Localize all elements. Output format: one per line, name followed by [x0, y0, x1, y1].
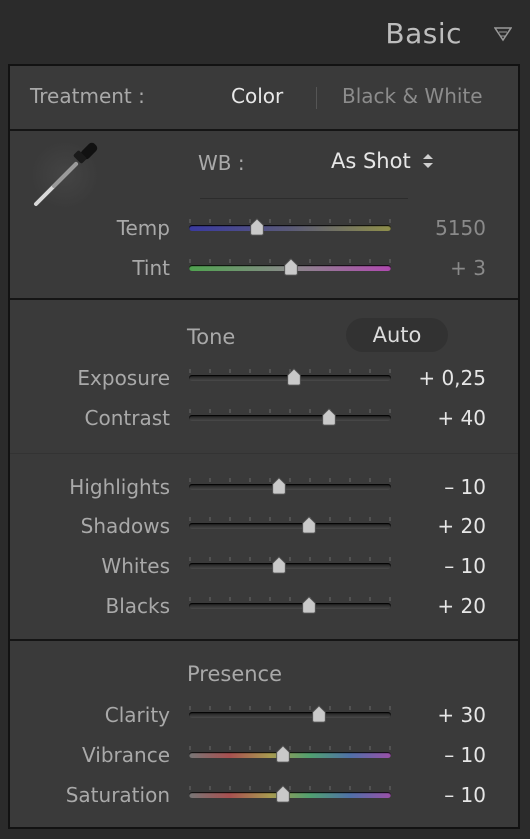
- slider-thumb-exposure[interactable]: [285, 368, 303, 386]
- slider-value-whites[interactable]: – 10: [346, 554, 486, 578]
- slider-value-highlights[interactable]: – 10: [346, 475, 486, 499]
- tone-section-title: Tone: [187, 325, 236, 349]
- slider-label-highlights: Highlights: [69, 475, 170, 499]
- updown-arrows-icon[interactable]: [422, 153, 434, 169]
- wb-label: WB :: [198, 151, 245, 175]
- treatment-bw-option[interactable]: Black & White: [342, 84, 483, 108]
- treatment-label: Treatment :: [30, 84, 145, 108]
- slider-thumb-saturation[interactable]: [274, 785, 292, 803]
- slider-label-exposure: Exposure: [77, 366, 170, 390]
- divider: [10, 129, 518, 131]
- slider-thumb-temp[interactable]: [248, 218, 266, 236]
- slider-thumb-blacks[interactable]: [300, 596, 318, 614]
- slider-label-contrast: Contrast: [84, 406, 170, 430]
- divider: [10, 298, 518, 300]
- slider-value-shadows[interactable]: + 20: [346, 514, 486, 538]
- slider-value-contrast[interactable]: + 40: [346, 406, 486, 430]
- treatment-color-option[interactable]: Color: [231, 84, 283, 108]
- divider: [10, 453, 518, 454]
- wb-value[interactable]: As Shot: [331, 149, 411, 173]
- treatment-separator: [316, 87, 317, 109]
- slider-thumb-whites[interactable]: [270, 556, 288, 574]
- slider-label-vibrance: Vibrance: [82, 743, 170, 767]
- auto-tone-button[interactable]: Auto: [346, 318, 448, 352]
- wb-underline: [200, 198, 408, 199]
- presence-section-title: Presence: [187, 662, 283, 686]
- slider-label-clarity: Clarity: [104, 703, 170, 727]
- slider-thumb-contrast[interactable]: [320, 408, 338, 426]
- slider-thumb-tint[interactable]: [282, 258, 300, 276]
- slider-thumb-clarity[interactable]: [310, 705, 328, 723]
- slider-value-clarity[interactable]: + 30: [346, 703, 486, 727]
- slider-value-saturation[interactable]: – 10: [346, 783, 486, 807]
- slider-thumb-vibrance[interactable]: [274, 745, 292, 763]
- slider-label-temp: Temp: [116, 216, 170, 240]
- slider-thumb-shadows[interactable]: [300, 516, 318, 534]
- slider-label-shadows: Shadows: [80, 514, 170, 538]
- slider-label-saturation: Saturation: [65, 783, 170, 807]
- slider-value-tint[interactable]: + 3: [346, 256, 486, 280]
- slider-label-tint: Tint: [132, 256, 170, 280]
- slider-value-exposure[interactable]: + 0,25: [346, 366, 486, 390]
- triangle-down-icon[interactable]: [494, 26, 512, 42]
- eyedropper-icon[interactable]: [28, 138, 102, 212]
- slider-label-whites: Whites: [101, 554, 170, 578]
- panel-title[interactable]: Basic: [385, 17, 462, 50]
- divider: [10, 639, 518, 641]
- slider-label-blacks: Blacks: [105, 594, 170, 618]
- slider-value-temp[interactable]: 5150: [346, 216, 486, 240]
- slider-thumb-highlights[interactable]: [270, 477, 288, 495]
- slider-value-vibrance[interactable]: – 10: [346, 743, 486, 767]
- slider-value-blacks[interactable]: + 20: [346, 594, 486, 618]
